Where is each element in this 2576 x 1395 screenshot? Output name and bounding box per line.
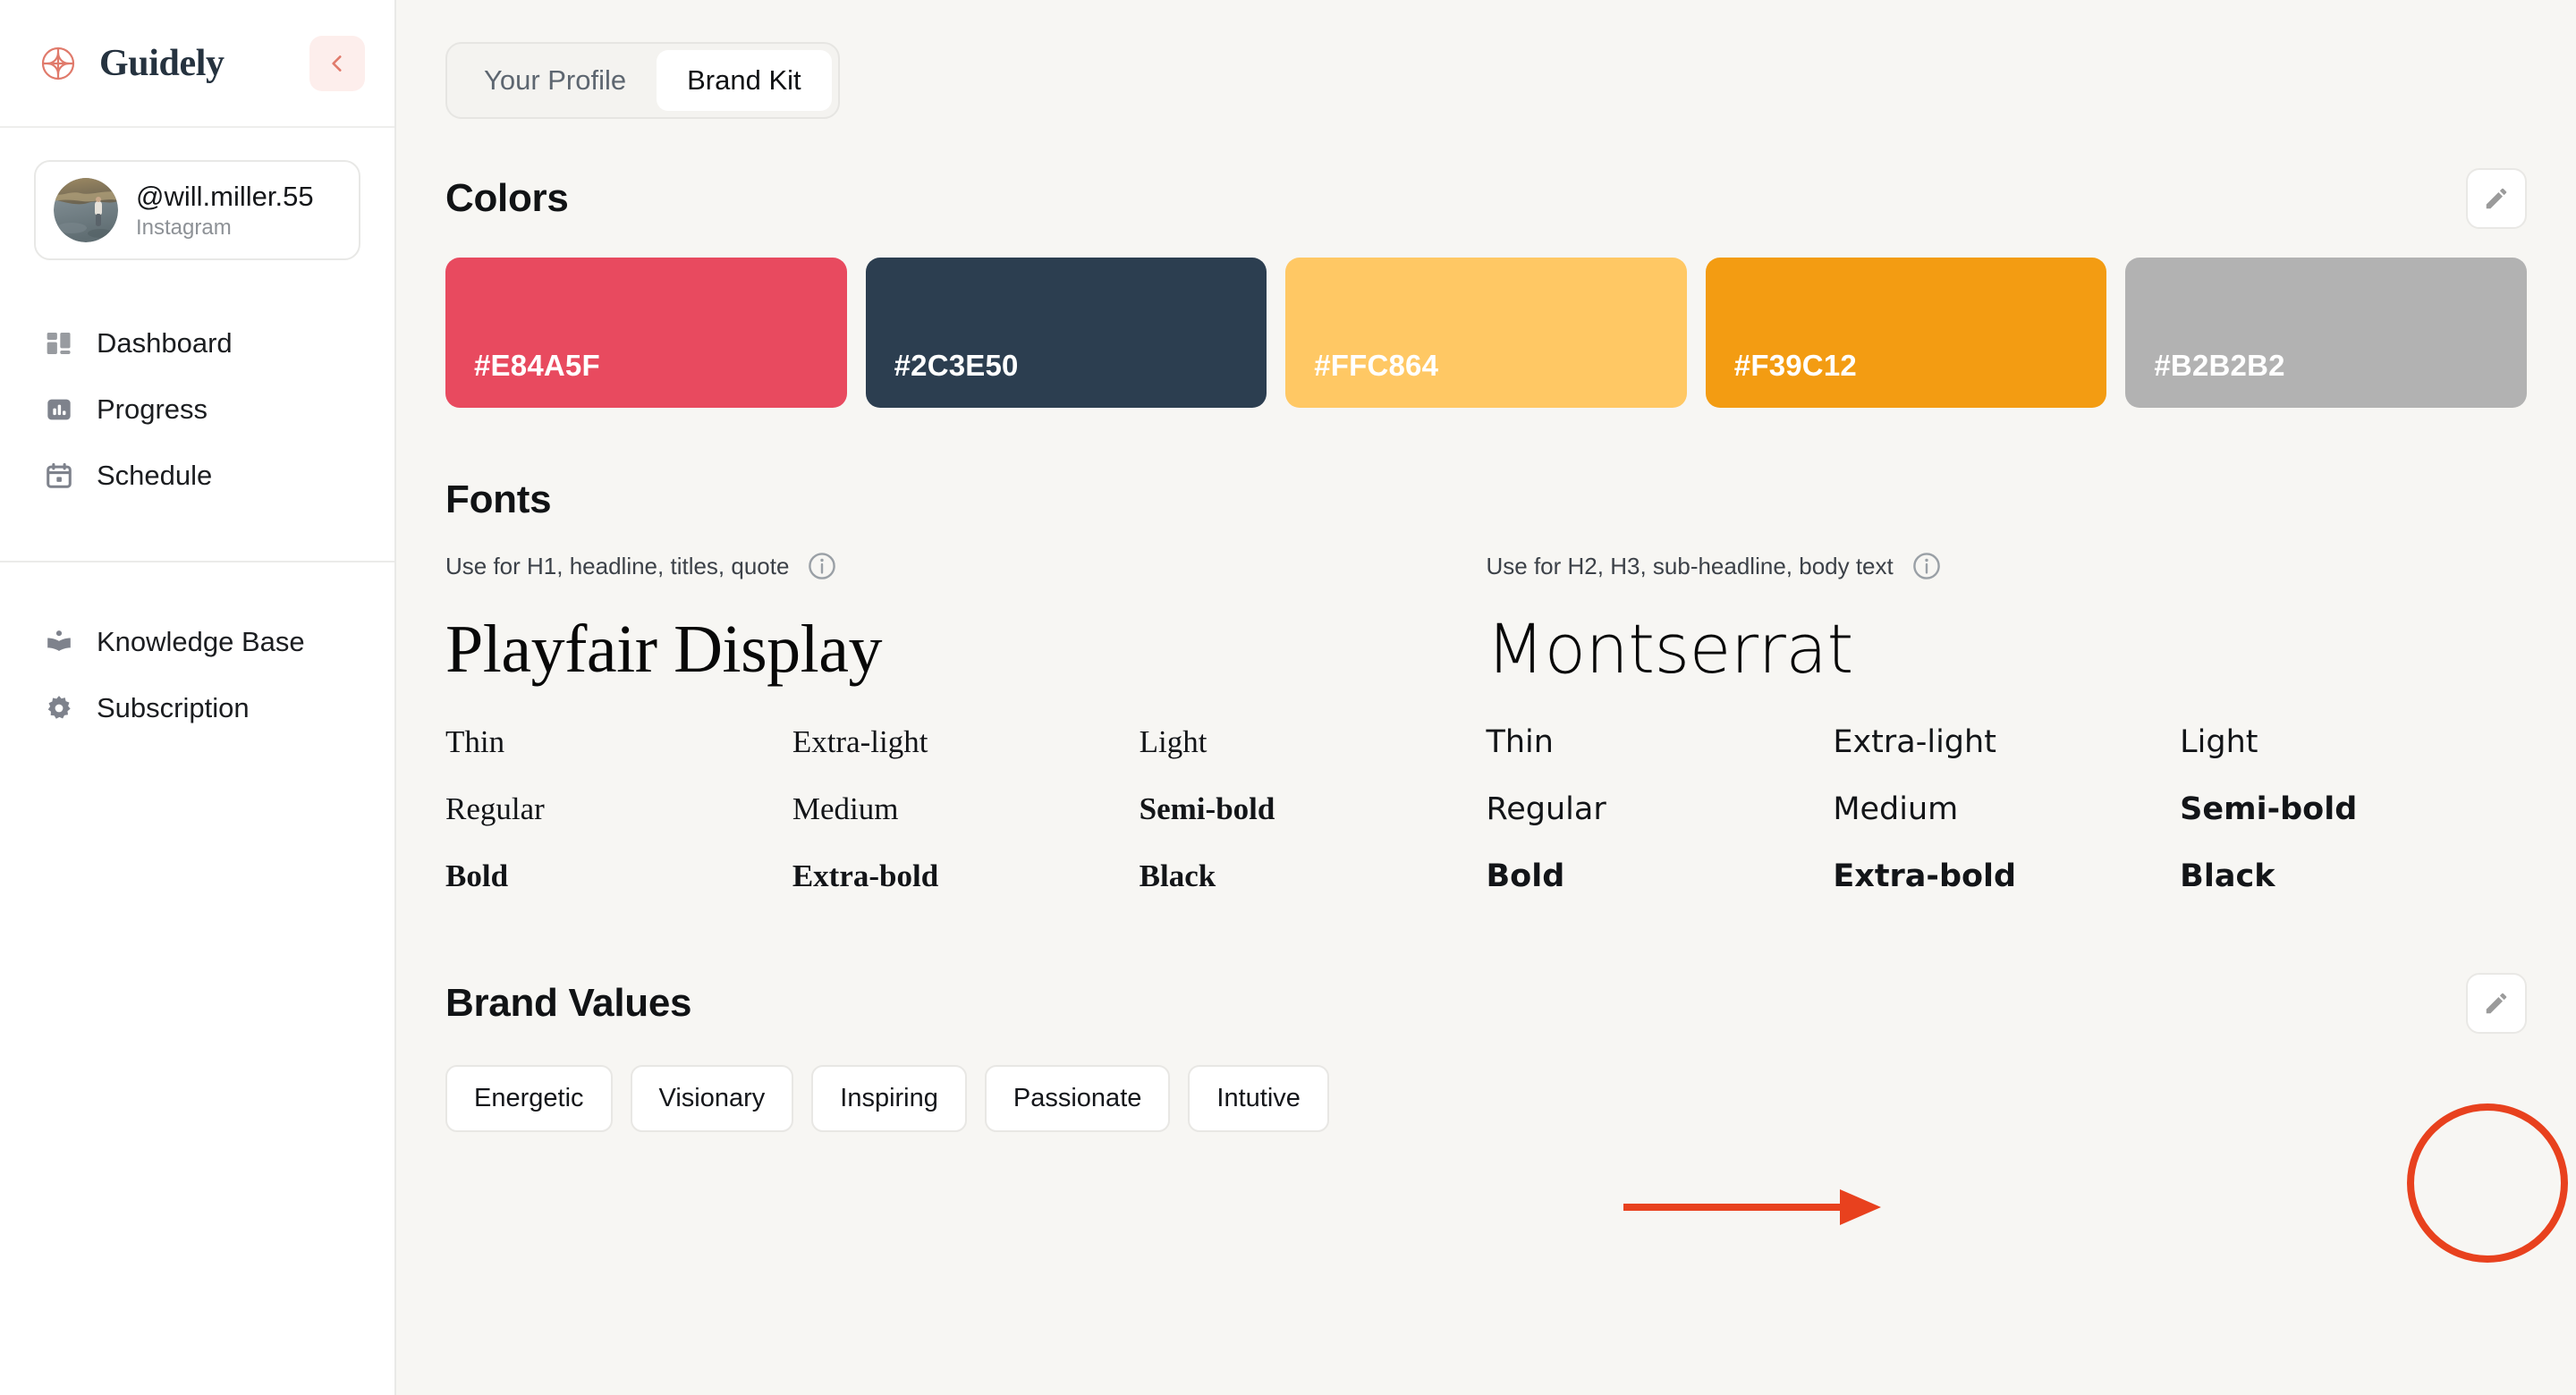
user-avatar-photo	[54, 178, 118, 242]
font-weight-item: Bold	[1486, 858, 1565, 894]
calendar-icon	[41, 458, 77, 494]
sidebar-header: Guidely	[0, 0, 394, 128]
book-icon	[41, 624, 77, 660]
sidebar-nav-secondary: Knowledge Base Subscription	[0, 562, 394, 741]
edit-colors-button[interactable]	[2466, 168, 2527, 229]
sidebar-nav-primary: Dashboard Progress Schedule	[0, 260, 394, 509]
account-platform: Instagram	[136, 215, 232, 240]
info-circle-icon[interactable]	[1911, 551, 1942, 581]
fonts-grid: Use for H1, headline, titles, quote Play…	[445, 551, 2527, 896]
color-hex-label: #B2B2B2	[2154, 349, 2285, 382]
brand-values-header: Brand Values	[445, 973, 2527, 1035]
font-weight-item: Black	[2180, 858, 2275, 894]
brand-values-section: Brand Values Energetic Visionary Inspiri…	[445, 973, 2527, 1133]
secondary-font-weights: Thin Extra-light Light Regular Medium Se…	[1487, 723, 2528, 896]
compass-logo-icon	[34, 39, 82, 88]
colors-title: Colors	[445, 176, 569, 220]
info-circle-icon[interactable]	[807, 551, 837, 581]
font-weight-item: Bold	[445, 858, 509, 893]
pencil-edit-icon	[2483, 185, 2510, 212]
brand-value-chip[interactable]: Passionate	[984, 1065, 1171, 1133]
sidebar: Guidely @will.miller.55 Instagram Dashbo…	[0, 0, 396, 1395]
dashboard-grid-icon	[41, 326, 77, 361]
secondary-font-usage-text: Use for H2, H3, sub-headline, body text	[1486, 552, 1894, 579]
font-weight-item: Semi-bold	[1139, 790, 1275, 826]
account-card[interactable]: @will.miller.55 Instagram	[34, 160, 360, 260]
tab-bar: Your Profile Brand Kit	[445, 42, 840, 119]
color-swatch[interactable]: #FFC864	[1285, 258, 1687, 408]
font-weight-item: Medium	[1833, 790, 1959, 827]
pencil-edit-icon	[2483, 990, 2510, 1017]
chevron-left-icon	[326, 52, 349, 75]
tab-your-profile[interactable]: Your Profile	[453, 50, 657, 111]
sidebar-collapse-button[interactable]	[309, 35, 365, 91]
colors-section-header: Colors	[445, 168, 2527, 229]
color-swatch-list: #E84A5F #2C3E50 #FFC864 #F39C12 #B2B2B2	[445, 258, 2527, 408]
font-weight-item: Regular	[445, 790, 545, 826]
font-column-secondary: Use for H2, H3, sub-headline, body text …	[1487, 551, 2528, 896]
font-weight-item: Black	[1139, 858, 1216, 893]
brand-value-chip[interactable]: Visionary	[630, 1065, 794, 1133]
primary-font-usage: Use for H1, headline, titles, quote	[445, 551, 1487, 581]
brand-value-chip[interactable]: Intutive	[1188, 1065, 1329, 1133]
color-swatch[interactable]: #B2B2B2	[2125, 258, 2527, 408]
brand-value-chip[interactable]: Inspiring	[811, 1065, 967, 1133]
fonts-section: Fonts Use for H1, headline, titles, quot…	[445, 478, 2527, 896]
font-weight-item: Extra-light	[792, 724, 928, 759]
sidebar-item-progress[interactable]: Progress	[34, 376, 360, 443]
font-weight-item: Semi-bold	[2180, 790, 2358, 827]
primary-font-name: Playfair Display	[445, 612, 883, 687]
font-weight-item: Regular	[1486, 790, 1606, 827]
font-weight-item: Thin	[1486, 724, 1554, 760]
sidebar-item-schedule[interactable]: Schedule	[34, 443, 360, 509]
font-weight-item: Medium	[792, 790, 899, 826]
sidebar-user-section: @will.miller.55 Instagram	[0, 128, 394, 260]
account-handle: @will.miller.55	[136, 180, 314, 212]
annotation-arrow-icon	[1623, 1189, 1881, 1225]
gear-icon	[41, 690, 77, 726]
font-weight-item: Thin	[445, 724, 505, 759]
brand[interactable]: Guidely	[34, 39, 309, 88]
font-weight-item: Light	[2180, 724, 2258, 760]
color-swatch[interactable]: #2C3E50	[865, 258, 1267, 408]
account-meta: @will.miller.55 Instagram	[136, 181, 314, 241]
sidebar-item-label: Progress	[97, 393, 208, 425]
sidebar-item-label: Knowledge Base	[97, 626, 305, 657]
tab-brand-kit[interactable]: Brand Kit	[657, 50, 832, 111]
sidebar-item-dashboard[interactable]: Dashboard	[34, 310, 360, 376]
color-hex-label: #E84A5F	[474, 349, 600, 382]
secondary-font-name: Montserrat	[1486, 609, 1854, 689]
main-content: Your Profile Brand Kit Colors #E84A5F #2…	[396, 0, 2576, 1395]
font-weight-item: Light	[1139, 724, 1208, 759]
color-hex-label: #FFC864	[1314, 349, 1439, 382]
primary-font-usage-text: Use for H1, headline, titles, quote	[445, 552, 790, 579]
color-hex-label: #F39C12	[1733, 349, 1857, 382]
sidebar-item-label: Schedule	[97, 460, 213, 491]
color-swatch[interactable]: #F39C12	[1705, 258, 2107, 408]
sidebar-item-knowledge-base[interactable]: Knowledge Base	[34, 609, 360, 675]
color-hex-label: #2C3E50	[894, 349, 1019, 382]
sidebar-item-label: Subscription	[97, 692, 250, 723]
sidebar-item-label: Dashboard	[97, 327, 233, 359]
primary-font-weights: Thin Extra-light Light Regular Medium Se…	[445, 723, 1487, 896]
app-root: Guidely @will.miller.55 Instagram Dashbo…	[0, 0, 2576, 1395]
fonts-title: Fonts	[445, 478, 552, 521]
font-weight-item: Extra-light	[1833, 724, 1996, 760]
brand-name: Guidely	[99, 42, 225, 84]
brand-value-chip[interactable]: Energetic	[445, 1065, 613, 1133]
bar-chart-icon	[41, 392, 77, 427]
font-weight-item: Extra-bold	[1833, 858, 2017, 894]
brand-values-chip-list: Energetic Visionary Inspiring Passionate…	[445, 1065, 2527, 1133]
secondary-font-usage: Use for H2, H3, sub-headline, body text	[1487, 551, 2528, 581]
sidebar-item-subscription[interactable]: Subscription	[34, 675, 360, 741]
color-swatch[interactable]: #E84A5F	[445, 258, 847, 408]
edit-brand-values-button[interactable]	[2466, 973, 2527, 1035]
brand-values-title: Brand Values	[445, 981, 692, 1026]
font-weight-item: Extra-bold	[792, 858, 939, 893]
font-column-primary: Use for H1, headline, titles, quote Play…	[445, 551, 1487, 896]
